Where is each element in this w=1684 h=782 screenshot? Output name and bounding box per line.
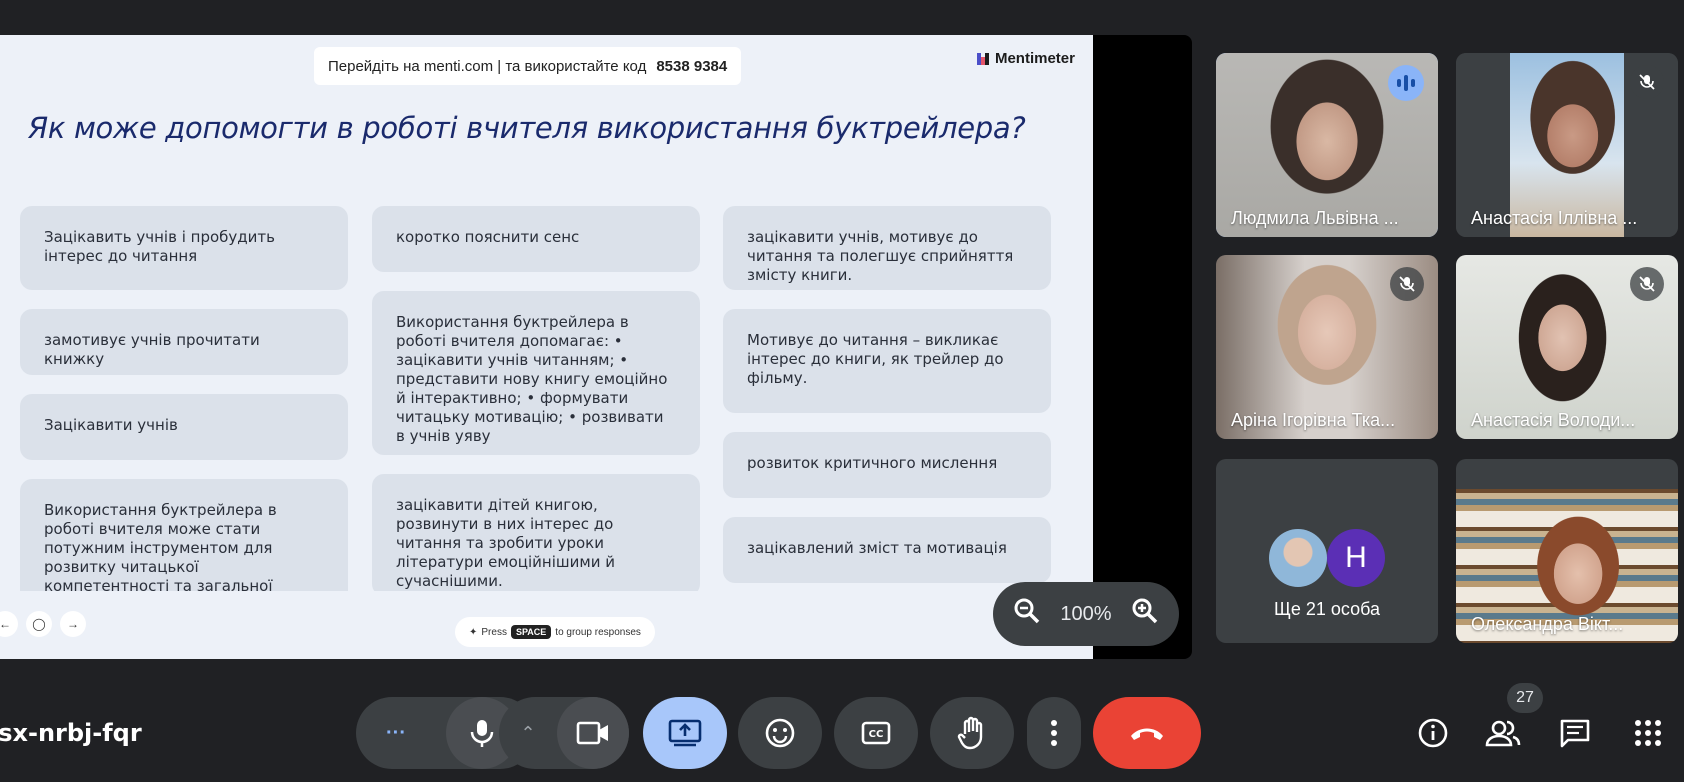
more-vert-icon	[1051, 720, 1057, 746]
present-button[interactable]	[643, 697, 727, 769]
space-key-badge: SPACE	[510, 625, 552, 639]
responses-column-3: зацікавити учнів, мотивує до читання та …	[723, 206, 1051, 583]
avatar-stack: H	[1269, 528, 1385, 587]
response-card: зацікавлений зміст та мотивація	[723, 517, 1051, 583]
participant-tile[interactable]: Анастасія Володи...	[1456, 255, 1678, 439]
prev-slide-arrow-icon[interactable]: ←	[0, 611, 18, 637]
mentimeter-mark-icon	[976, 52, 989, 65]
zoom-in-icon[interactable]	[1129, 597, 1161, 632]
mentimeter-logo: Mentimeter	[976, 50, 1075, 67]
captions-icon: CC	[861, 721, 891, 745]
participant-tile[interactable]: Анастасія Іллівна ...	[1456, 53, 1678, 237]
chevron-up-icon[interactable]: ⌃	[499, 723, 557, 744]
more-dots-icon[interactable]: ···	[356, 722, 436, 745]
participant-count-badge: 27	[1507, 683, 1543, 713]
speaking-indicator-icon	[1388, 65, 1424, 101]
camera-icon	[576, 721, 608, 745]
response-card: розвиток критичного мислення	[723, 432, 1051, 498]
meeting-info-button[interactable]	[1413, 713, 1453, 753]
participant-tile[interactable]: Олександра Вікт...	[1456, 459, 1678, 643]
zoom-control: 100%	[993, 582, 1179, 646]
shared-screen: Перейдіть на menti.com | та використайте…	[0, 35, 1192, 659]
slide-question: Як може допомогти в роботі вчителя викор…	[28, 111, 1026, 145]
info-icon	[1418, 718, 1448, 748]
response-card: зацікавити учнів, мотивує до читання та …	[723, 206, 1051, 290]
present-screen-icon	[668, 719, 702, 747]
zoom-level: 100%	[1060, 602, 1112, 625]
participant-name: Анастасія Іллівна ...	[1471, 208, 1638, 228]
participant-name: Аріна Ігорівна Тка...	[1231, 410, 1396, 430]
mic-off-icon	[1630, 65, 1664, 99]
lightbulb-icon[interactable]: ◯	[26, 611, 52, 637]
response-card: замотивує учнів прочитати книжку	[20, 309, 348, 375]
response-card: Зацікавить учнів і пробудить інтерес до …	[20, 206, 348, 290]
camera-button[interactable]	[557, 697, 629, 769]
participant-name: Анастасія Володи...	[1471, 410, 1636, 430]
participant-name: Олександра Вікт...	[1471, 614, 1624, 634]
sparkle-icon: ✦	[469, 626, 478, 638]
svg-text:CC: CC	[869, 729, 884, 740]
hint-press: Press	[481, 626, 507, 638]
more-options-button[interactable]	[1027, 697, 1081, 769]
more-participants-label: Ще 21 особа	[1273, 598, 1381, 619]
brand-name: Mentimeter	[994, 50, 1075, 67]
participant-name: Людмила Львівна ...	[1231, 208, 1399, 228]
hint-rest: to group responses	[555, 626, 641, 638]
chat-icon	[1560, 719, 1590, 748]
response-card: Зацікавити учнів	[20, 394, 348, 460]
mic-off-icon	[1390, 267, 1424, 301]
join-text: Перейдіть на menti.com | та використайте…	[328, 57, 647, 75]
emoji-icon	[765, 718, 795, 748]
avatar: H	[1327, 528, 1385, 587]
people-button[interactable]	[1483, 713, 1523, 753]
emoji-button[interactable]	[738, 697, 822, 769]
end-call-icon	[1131, 728, 1163, 740]
chat-button[interactable]	[1555, 713, 1595, 753]
zoom-out-icon[interactable]	[1011, 597, 1043, 632]
camera-control-group: ⌃	[499, 697, 629, 769]
raise-hand-button[interactable]	[930, 697, 1014, 769]
mentimeter-slide: Перейдіть на menti.com | та використайте…	[0, 35, 1093, 659]
slide-nav: ← ◯ →	[0, 611, 86, 637]
participant-tile[interactable]: Аріна Ігорівна Тка...	[1216, 255, 1438, 439]
people-icon	[1485, 720, 1521, 747]
meeting-code: isx-nrbj-fqr	[0, 719, 142, 747]
avatar	[1269, 528, 1327, 587]
leave-call-button[interactable]	[1093, 697, 1201, 769]
captions-button[interactable]: CC	[834, 697, 918, 769]
join-code: 8538 9384	[656, 57, 728, 75]
participant-tile[interactable]: Людмила Львівна ...	[1216, 53, 1438, 237]
next-slide-arrow-icon[interactable]: →	[60, 611, 86, 637]
mic-off-icon	[1630, 267, 1664, 301]
activities-button[interactable]	[1628, 713, 1668, 753]
response-card: коротко пояснити сенс	[372, 206, 700, 272]
response-card: Використання буктрейлера в роботі вчител…	[372, 291, 700, 455]
response-card: Мотивує до читання – викликає інтерес до…	[723, 309, 1051, 413]
join-instructions: Перейдіть на menti.com | та використайте…	[314, 47, 742, 85]
meet-window: Перейдіть на menti.com | та використайте…	[0, 0, 1684, 782]
apps-grid-icon	[1635, 720, 1661, 746]
hand-icon	[957, 716, 983, 750]
response-card: зацікавити дітей книгою, розвинути в них…	[372, 474, 700, 596]
mic-icon	[470, 720, 494, 747]
group-responses-hint: ✦ Press SPACE to group responses	[455, 617, 655, 647]
responses-column-1: Зацікавить учнів і пробудить інтерес до …	[20, 206, 348, 619]
more-participants-tile[interactable]: H Ще 21 особа	[1216, 459, 1438, 643]
responses-column-2: коротко пояснити сенс Використання буктр…	[372, 206, 700, 596]
